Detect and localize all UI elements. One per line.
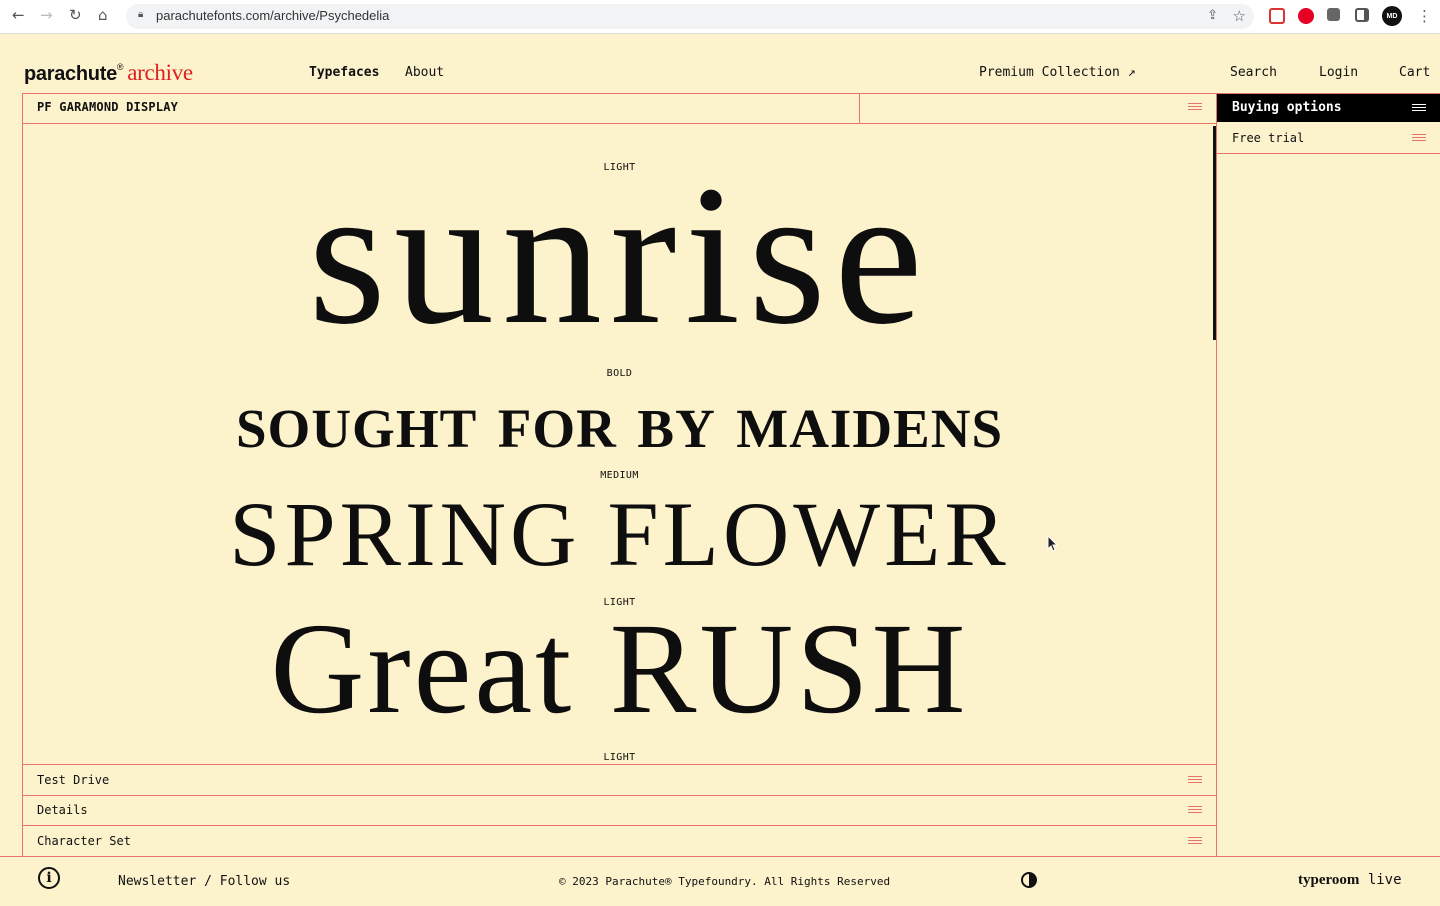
logo-registered: ® — [116, 62, 124, 73]
accordion-rule-2 — [22, 795, 1217, 796]
buying-options-label: Buying options — [1232, 100, 1342, 115]
test-drive-menu-icon[interactable] — [1188, 776, 1202, 784]
back-icon[interactable]: ← — [12, 6, 25, 24]
site-logo[interactable]: parachute® archive — [24, 60, 193, 86]
side-panel-icon[interactable] — [1355, 8, 1369, 22]
copyright: © 2023 Parachute® Typefoundry. All Right… — [559, 875, 891, 888]
accordion-rule-1 — [22, 764, 1217, 765]
accordion-character-set[interactable]: Character Set — [37, 834, 131, 848]
specimen-line-sunrise: sunrise — [308, 145, 931, 366]
accordion-rule-3 — [22, 825, 1217, 826]
trial-bottom-rule — [1217, 153, 1440, 154]
bookmark-star-icon[interactable]: ☆ — [1233, 7, 1246, 25]
logo-text: parachute — [24, 63, 117, 85]
pinterest-icon[interactable] — [1298, 8, 1314, 24]
free-trial-label[interactable]: Free trial — [1232, 131, 1304, 145]
nav-search[interactable]: Search — [1230, 65, 1277, 80]
live-text: live — [1367, 872, 1402, 888]
typeroom-live-logo[interactable]: typeroom live — [1298, 872, 1402, 889]
weight-label: MEDIUM — [600, 470, 639, 481]
extensions-puzzle-icon[interactable] — [1327, 8, 1340, 21]
reload-icon[interactable]: ↻ — [69, 6, 82, 24]
specimen-line-great-rush: Great RUSH — [270, 597, 969, 741]
weight-label: LIGHT — [603, 752, 636, 763]
nav-typefaces[interactable]: Typefaces — [309, 65, 379, 80]
specimen-line-maidens: sought for by maidens — [235, 377, 1004, 464]
accordion-details[interactable]: Details — [37, 803, 88, 817]
home-icon[interactable]: ⌂ — [98, 6, 108, 24]
browser-toolbar: ← → ↻ ⌂ 🔒︎ parachutefonts.com/archive/Ps… — [0, 0, 1440, 34]
nav-cart[interactable]: Cart — [1399, 65, 1430, 80]
nav-premium-collection[interactable]: Premium Collection ↗ — [979, 65, 1136, 80]
newsletter-link[interactable]: Newsletter / Follow us — [118, 874, 290, 889]
type-specimen: LIGHT sunrise BOLD sought for by maidens… — [23, 124, 1216, 764]
accordion-test-drive[interactable]: Test Drive — [37, 773, 109, 787]
profile-avatar[interactable]: MD — [1382, 6, 1402, 26]
forward-icon[interactable]: → — [40, 6, 53, 24]
specimen-line-spring-flower: SPRING FLOWER — [229, 483, 1010, 585]
header-divider — [859, 93, 860, 123]
mouse-cursor-icon — [1047, 535, 1059, 552]
url-text: parachutefonts.com/archive/Psychedelia — [156, 8, 390, 23]
extension-red-icon[interactable] — [1269, 8, 1285, 24]
buying-options-bar[interactable]: Buying options — [1217, 94, 1440, 122]
typeface-title: PF GARAMOND DISPLAY — [37, 100, 179, 114]
info-icon[interactable]: i — [38, 867, 60, 889]
typeroom-text: typeroom — [1298, 872, 1360, 888]
nav-login[interactable]: Login — [1319, 65, 1358, 80]
share-icon[interactable]: ⇪ — [1207, 8, 1218, 23]
buying-options-menu-icon[interactable] — [1412, 104, 1426, 112]
lock-icon: 🔒︎ — [138, 9, 144, 20]
free-trial-menu-icon[interactable] — [1412, 134, 1426, 142]
footer-rule — [0, 856, 1440, 857]
logo-archive: archive — [127, 60, 193, 85]
header-menu-icon[interactable] — [1188, 103, 1202, 111]
nav-about[interactable]: About — [405, 65, 444, 80]
browser-menu-icon[interactable]: ⋮ — [1417, 7, 1432, 25]
character-set-menu-icon[interactable] — [1188, 837, 1202, 845]
right-rule — [1216, 93, 1217, 857]
address-bar[interactable]: 🔒︎ parachutefonts.com/archive/Psychedeli… — [126, 4, 1254, 29]
details-menu-icon[interactable] — [1188, 806, 1202, 814]
contrast-toggle-icon[interactable] — [1021, 872, 1037, 888]
